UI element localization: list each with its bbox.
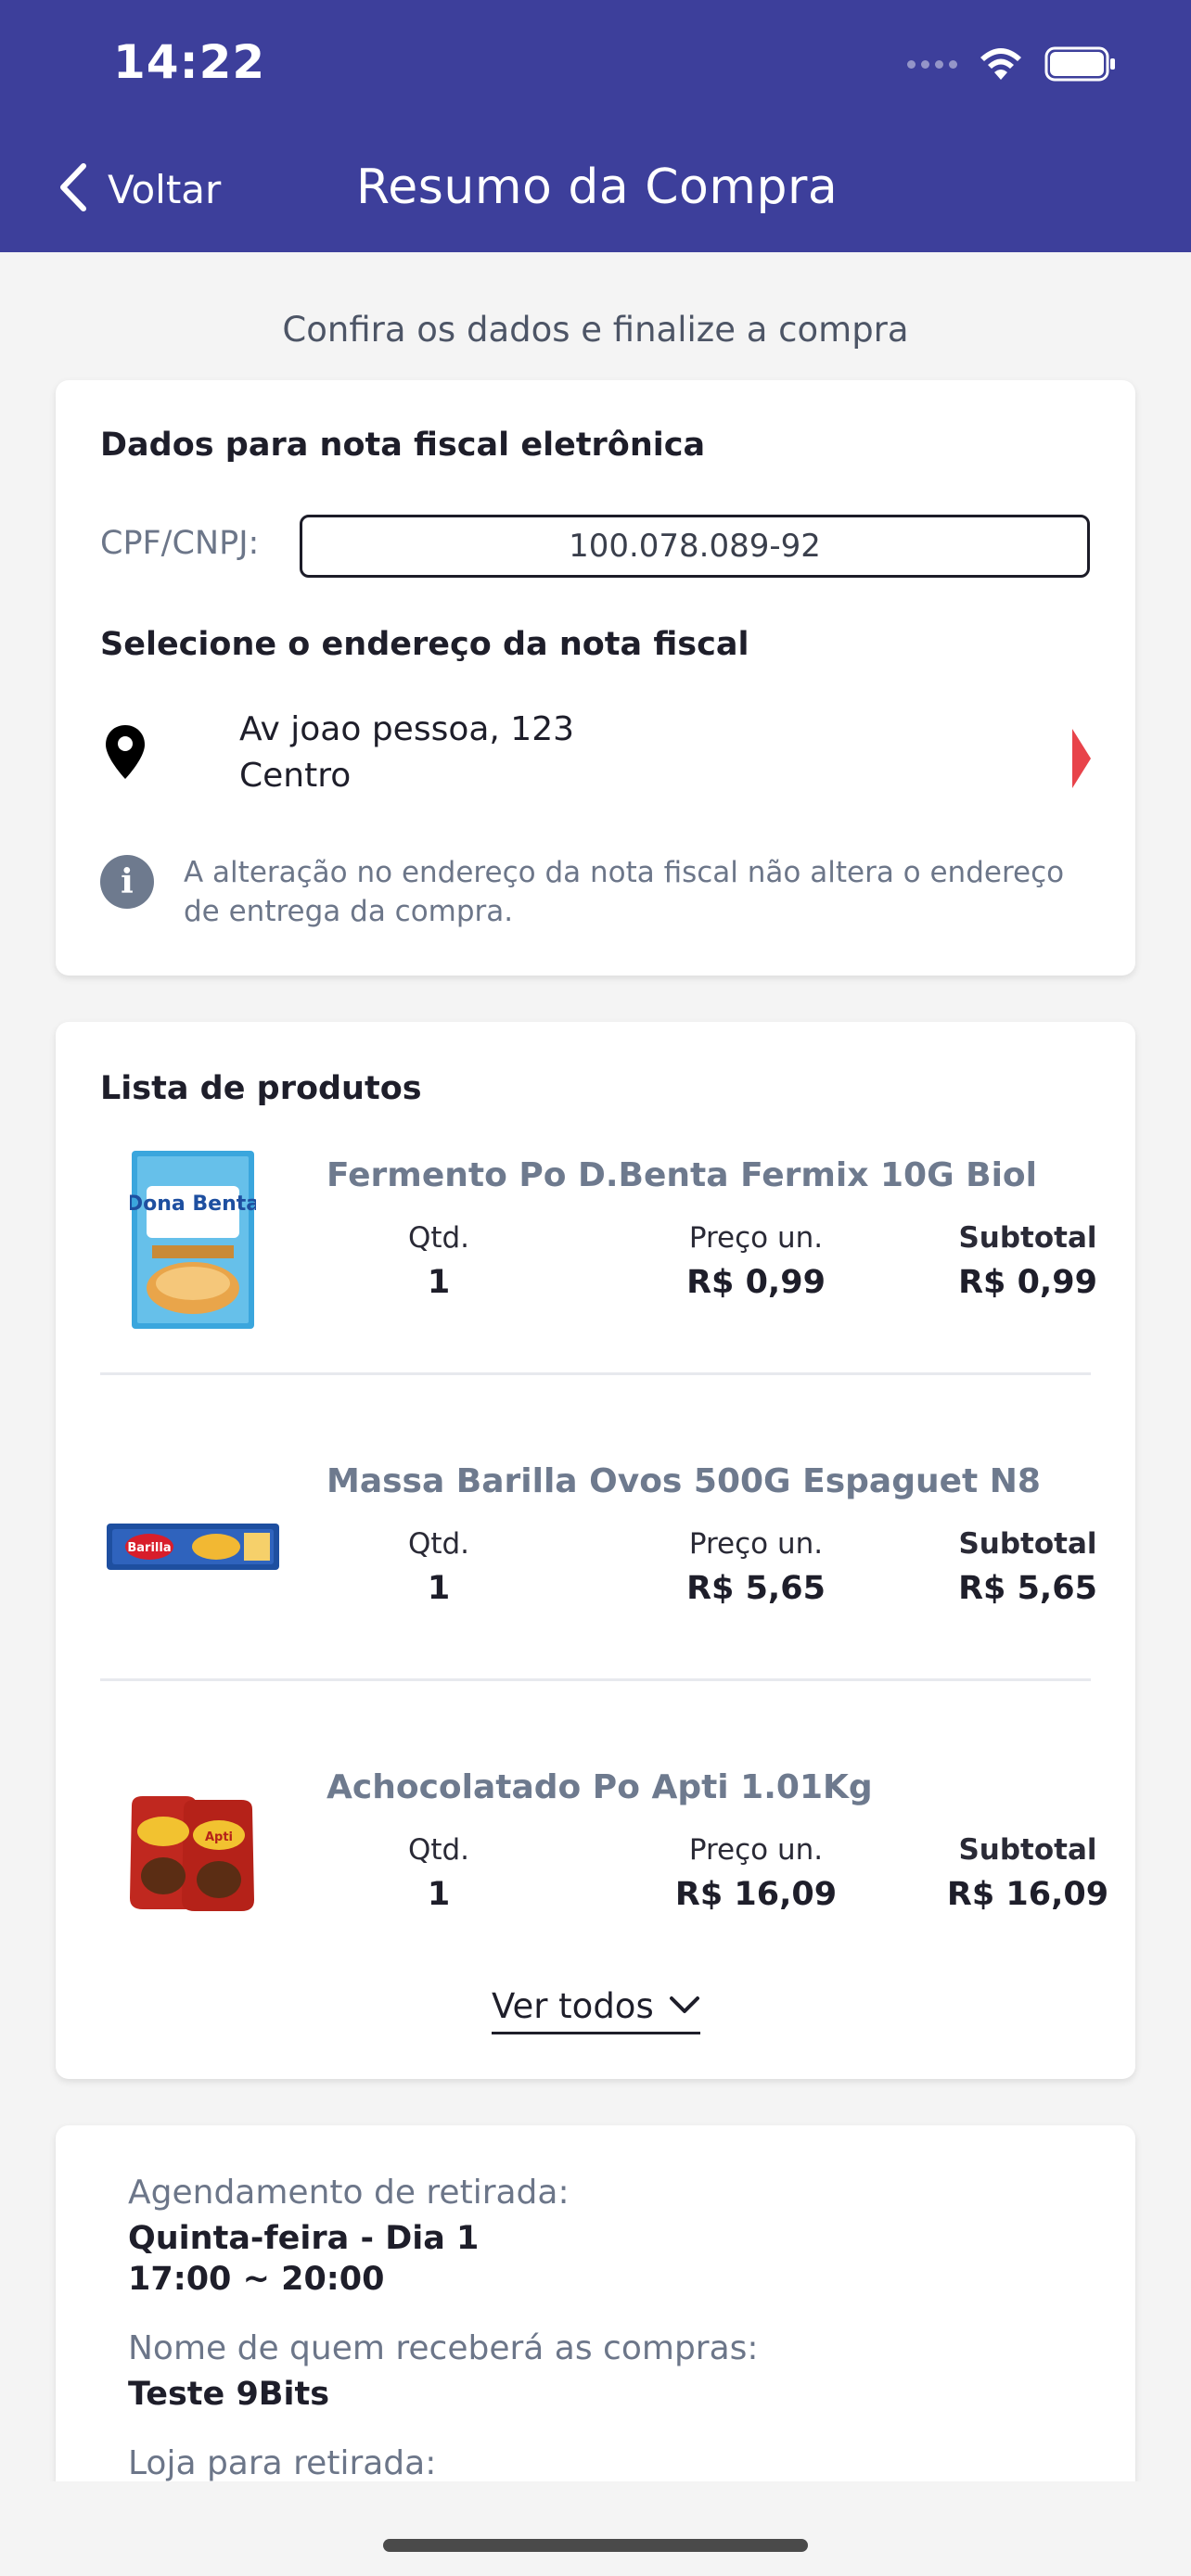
qty-value: 1 <box>427 1264 451 1301</box>
qty-value: 1 <box>427 1876 451 1913</box>
svg-text:Barilla: Barilla <box>127 1541 171 1555</box>
info-icon: i <box>100 855 154 909</box>
price-label: Preço un. <box>688 1221 824 1255</box>
price-column: Preço un. R$ 0,99 <box>640 1221 872 1301</box>
price-label: Preço un. <box>688 1527 824 1561</box>
chevron-right-icon <box>1070 729 1093 792</box>
invoice-card: Dados para nota fiscal eletrônica CPF/CN… <box>56 380 1135 976</box>
subtotal-value: R$ 5,65 <box>958 1570 1097 1607</box>
schedule-label: Agendamento de retirada: <box>128 2174 570 2212</box>
product-image: Apti <box>100 1750 286 1954</box>
subtotal-value: R$ 16,09 <box>946 1876 1109 1913</box>
subtotal-label: Subtotal <box>958 1833 1097 1867</box>
qty-value: 1 <box>427 1570 451 1607</box>
price-value: R$ 16,09 <box>674 1876 838 1913</box>
see-all-label: Ver todos <box>492 1986 654 2026</box>
cellular-signal-icon <box>907 59 957 69</box>
qty-label: Qtd. <box>407 1527 470 1561</box>
address-section-title: Selecione o endereço da nota fiscal <box>100 626 749 663</box>
svg-text:Apti: Apti <box>205 1830 233 1844</box>
store-label: Loja para retirada: <box>128 2444 437 2482</box>
product-image: Dona Benta <box>100 1138 286 1342</box>
subtotal-label: Subtotal <box>958 1221 1097 1255</box>
chevron-down-icon <box>669 1995 700 2019</box>
page-subtitle: Confira os dados e finalize a compra <box>282 310 909 350</box>
app-header: 14:22 Voltar Resumo da Compra <box>0 0 1191 252</box>
home-indicator[interactable] <box>383 2539 808 2552</box>
page-title: Resumo da Compra <box>356 159 839 215</box>
chevron-left-icon <box>58 162 89 216</box>
product-name: Fermento Po D.Benta Fermix 10G Biol <box>327 1156 1038 1194</box>
price-value: R$ 5,65 <box>686 1570 826 1607</box>
product-item: Barilla Massa Barilla Ovos 500G Espaguet… <box>100 1444 1097 1666</box>
price-column: Preço un. R$ 16,09 <box>640 1833 872 1913</box>
price-value: R$ 0,99 <box>686 1264 826 1301</box>
cpf-input[interactable] <box>300 515 1090 578</box>
product-name: Achocolatado Po Apti 1.01Kg <box>327 1768 873 1806</box>
back-button[interactable]: Voltar <box>58 162 221 216</box>
product-item: Apti Achocolatado Po Apti 1.01Kg Qtd. 1 … <box>100 1750 1108 1972</box>
price-column: Preço un. R$ 5,65 <box>640 1527 872 1607</box>
qty-label: Qtd. <box>407 1833 470 1867</box>
wifi-icon <box>978 46 1024 82</box>
info-text: A alteração no endereço da nota fiscal n… <box>184 856 1065 928</box>
qty-column: Qtd. 1 <box>378 1833 499 1913</box>
cpf-label: CPF/CNPJ: <box>100 525 260 562</box>
invoice-title: Dados para nota fiscal eletrônica <box>100 427 706 464</box>
screen: 14:22 Voltar Resumo da Compra Confira os… <box>0 0 1191 2576</box>
address-line-1: Av joao pessoa, 123 <box>239 710 575 748</box>
product-name: Massa Barilla Ovos 500G Espaguet N8 <box>327 1462 1041 1500</box>
product-image: Barilla <box>100 1444 286 1648</box>
schedule-day: Quinta-feira - Dia 1 <box>128 2220 480 2257</box>
pickup-card: Agendamento de retirada: Quinta-feira - … <box>56 2125 1135 2483</box>
receiver-label: Nome de quem receberá as compras: <box>128 2329 759 2367</box>
qty-column: Qtd. 1 <box>378 1527 499 1607</box>
see-all-button[interactable]: Ver todos <box>492 1986 700 2034</box>
svg-text:Dona Benta: Dona Benta <box>130 1192 256 1216</box>
subtotal-column: Subtotal R$ 16,09 <box>935 1833 1121 1913</box>
battery-icon <box>1044 46 1117 82</box>
divider <box>100 1372 1091 1375</box>
products-card: Lista de produtos Dona Benta Fermento Po… <box>56 1022 1135 2079</box>
qty-label: Qtd. <box>407 1221 470 1255</box>
subtotal-column: Subtotal R$ 0,99 <box>935 1221 1121 1301</box>
status-time: 14:22 <box>113 35 266 89</box>
products-title: Lista de produtos <box>100 1070 422 1107</box>
divider <box>100 1678 1091 1681</box>
subtotal-value: R$ 0,99 <box>958 1264 1097 1301</box>
back-label: Voltar <box>108 166 222 212</box>
price-label: Preço un. <box>688 1833 824 1867</box>
address-line-2: Centro <box>239 757 352 795</box>
location-pin-icon <box>104 723 147 784</box>
schedule-time: 17:00 ~ 20:00 <box>128 2261 385 2298</box>
subtotal-label: Subtotal <box>958 1527 1097 1561</box>
qty-column: Qtd. 1 <box>378 1221 499 1301</box>
receiver-name: Teste 9Bits <box>128 2376 330 2413</box>
subtotal-column: Subtotal R$ 5,65 <box>935 1527 1121 1607</box>
status-icons <box>907 46 1117 82</box>
bottom-safe-area <box>0 2481 1191 2576</box>
product-item: Dona Benta Fermento Po D.Benta Fermix 10… <box>100 1138 1097 1360</box>
invoice-address-selector[interactable]: Av joao pessoa, 123 Centro <box>100 707 1093 799</box>
